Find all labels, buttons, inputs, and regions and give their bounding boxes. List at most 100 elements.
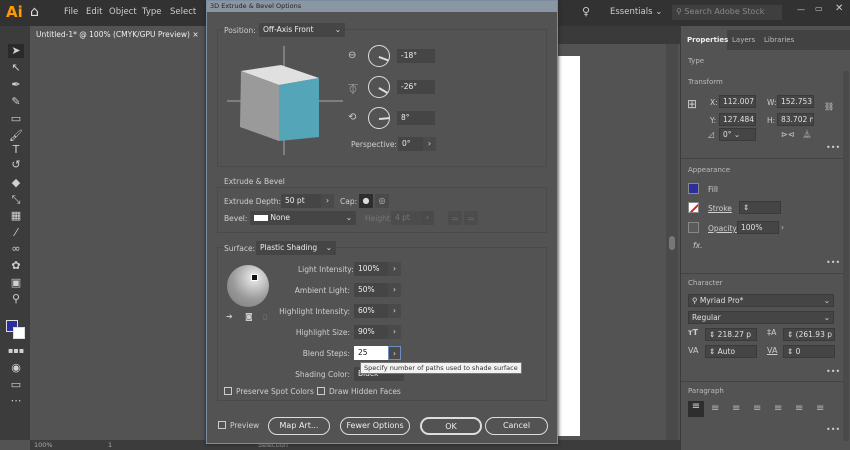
preview-label[interactable]: Preview: [230, 421, 259, 430]
position-dropdown[interactable]: Off-Axis Front ⌄: [259, 23, 345, 37]
rotate-tool-icon[interactable]: ↺: [8, 158, 24, 172]
opacity-arrow-icon[interactable]: ›: [781, 223, 784, 232]
constrain-link-icon[interactable]: ⛓: [824, 102, 834, 111]
eraser-tool-icon[interactable]: ◆: [8, 176, 24, 190]
preserve-spot-colors-checkbox[interactable]: [224, 387, 232, 395]
light-handle[interactable]: [251, 274, 258, 281]
cap-on-button[interactable]: ●: [359, 194, 373, 208]
highlight-intensity-field[interactable]: 60%: [354, 304, 388, 318]
preview-checkbox[interactable]: [218, 421, 226, 429]
symbol-sprayer-icon[interactable]: ✿: [8, 259, 24, 273]
font-size-field[interactable]: ⇕ 218.27 p: [705, 328, 757, 341]
perspective-field[interactable]: 0°: [398, 137, 423, 151]
w-field[interactable]: 152.753 m: [777, 95, 814, 108]
menu-select[interactable]: Select: [170, 7, 196, 17]
highlight-size-field[interactable]: 90%: [354, 325, 388, 339]
draw-mode-icon[interactable]: ◉: [8, 361, 24, 375]
surface-dropdown[interactable]: Plastic Shading ⌄: [256, 241, 336, 255]
document-tab[interactable]: Untitled-1* @ 100% (CMYK/GPU Preview) ×: [30, 26, 210, 44]
fill-label[interactable]: Fill: [708, 185, 718, 194]
blend-tool-icon[interactable]: ∞: [8, 242, 24, 256]
new-light-icon[interactable]: ◙: [245, 312, 253, 321]
panel-scrollbar[interactable]: [843, 71, 849, 441]
type-tool-icon[interactable]: T: [8, 143, 24, 157]
fx-button[interactable]: fx.: [693, 241, 702, 250]
eyedropper-tool-icon[interactable]: ⁄: [8, 226, 24, 240]
y-rotation-dial[interactable]: [368, 76, 390, 98]
stock-search-input[interactable]: ⚲ Search Adobe Stock: [672, 5, 782, 20]
screen-mode-icon[interactable]: ▭: [8, 378, 24, 392]
draw-hidden-faces-checkbox[interactable]: [317, 387, 325, 395]
font-family-dropdown[interactable]: ⚲ Myriad Pro* ⌄: [688, 294, 834, 307]
lighting-sphere[interactable]: [227, 265, 269, 307]
leading-field[interactable]: ⇕ (261.93 p: [783, 328, 835, 341]
opacity-field[interactable]: 100%: [737, 221, 779, 234]
menu-edit[interactable]: Edit: [86, 7, 102, 17]
x-field[interactable]: 112.007 m: [719, 95, 756, 108]
blend-steps-slider-button[interactable]: ›: [388, 346, 401, 360]
cap-off-button[interactable]: ◎: [375, 194, 389, 208]
close-tab-icon[interactable]: ×: [192, 30, 198, 39]
justify-left-icon[interactable]: ≡: [753, 403, 761, 414]
workspace-switcher[interactable]: Essentials ⌄: [610, 7, 662, 17]
align-center-icon[interactable]: ≡: [711, 403, 719, 414]
fill-color-swatch[interactable]: [688, 183, 699, 194]
direct-selection-tool-icon[interactable]: ↖: [8, 61, 24, 75]
gradient-tool-icon[interactable]: ▦: [8, 209, 24, 223]
highlight-size-slider-button[interactable]: ›: [388, 325, 401, 339]
align-left-icon[interactable]: ≡: [688, 401, 704, 417]
highlight-intensity-slider-button[interactable]: ›: [388, 304, 401, 318]
zoom-level[interactable]: 100%: [34, 441, 53, 449]
ok-button[interactable]: OK: [420, 417, 482, 435]
align-right-icon[interactable]: ≡: [732, 403, 740, 414]
rectangle-tool-icon[interactable]: ▭: [8, 112, 24, 126]
map-art-button[interactable]: Map Art...: [268, 417, 330, 435]
justify-center-icon[interactable]: ≡: [774, 403, 782, 414]
bevel-dropdown[interactable]: None ⌄: [250, 211, 356, 225]
light-intensity-slider-button[interactable]: ›: [388, 262, 401, 276]
perspective-slider-button[interactable]: ›: [423, 137, 436, 151]
close-icon[interactable]: ✕: [835, 3, 843, 14]
stroke-none-swatch[interactable]: [688, 202, 699, 213]
artboard-tool-icon[interactable]: ▣: [8, 276, 24, 290]
stroke-swatch[interactable]: [13, 327, 25, 339]
move-light-back-icon[interactable]: ➔: [226, 312, 233, 321]
stroke-label[interactable]: Stroke: [708, 204, 732, 213]
blend-steps-field[interactable]: 25: [354, 346, 388, 360]
paragraph-more-icon[interactable]: •••: [826, 425, 840, 434]
menu-type[interactable]: Type: [142, 7, 162, 17]
justify-all-icon[interactable]: ≡: [816, 403, 824, 414]
ambient-light-field[interactable]: 50%: [354, 283, 388, 297]
home-icon[interactable]: ⌂: [30, 4, 39, 20]
zoom-tool-icon[interactable]: ⚲: [8, 292, 24, 306]
restore-icon[interactable]: ▭: [815, 4, 823, 13]
curvature-tool-icon[interactable]: ✎: [8, 95, 24, 109]
tab-libraries[interactable]: Libraries: [764, 36, 794, 44]
preserve-spot-colors-label[interactable]: Preserve Spot Colors: [236, 387, 314, 396]
appearance-more-icon[interactable]: •••: [826, 258, 840, 267]
color-mode-icon[interactable]: ▪▪▪: [8, 344, 24, 358]
menu-file[interactable]: File: [64, 7, 78, 17]
stroke-weight-field[interactable]: ⇕: [739, 201, 781, 214]
draw-hidden-faces-label[interactable]: Draw Hidden Faces: [329, 387, 401, 396]
tracking-field[interactable]: ⇕ 0: [783, 345, 835, 358]
rotation-cube-preview[interactable]: [221, 43, 346, 158]
reference-point-icon[interactable]: ⊞: [687, 97, 697, 111]
scrollbar-thumb[interactable]: [669, 236, 675, 250]
artboard-number[interactable]: 1: [108, 441, 112, 449]
menu-object[interactable]: Object: [109, 7, 137, 17]
scale-tool-icon[interactable]: ⤡: [8, 193, 24, 207]
tab-properties[interactable]: Properties: [681, 30, 728, 50]
extrude-depth-field[interactable]: 50 pt: [281, 194, 321, 208]
font-style-dropdown[interactable]: Regular ⌄: [688, 311, 834, 324]
extrude-depth-slider-button[interactable]: ›: [321, 194, 334, 208]
z-rotation-dial[interactable]: [368, 107, 390, 129]
h-field[interactable]: 83.702 mm: [777, 113, 814, 126]
justify-right-icon[interactable]: ≡: [795, 403, 803, 414]
y-field[interactable]: 127.484 m: [719, 113, 756, 126]
more-tools-icon[interactable]: ⋯: [8, 394, 24, 408]
opacity-label[interactable]: Opacity: [708, 224, 737, 233]
kerning-field[interactable]: ⇕ Auto: [705, 345, 757, 358]
z-rotation-field[interactable]: 8°: [397, 111, 435, 125]
tab-layers[interactable]: Layers: [732, 36, 755, 44]
